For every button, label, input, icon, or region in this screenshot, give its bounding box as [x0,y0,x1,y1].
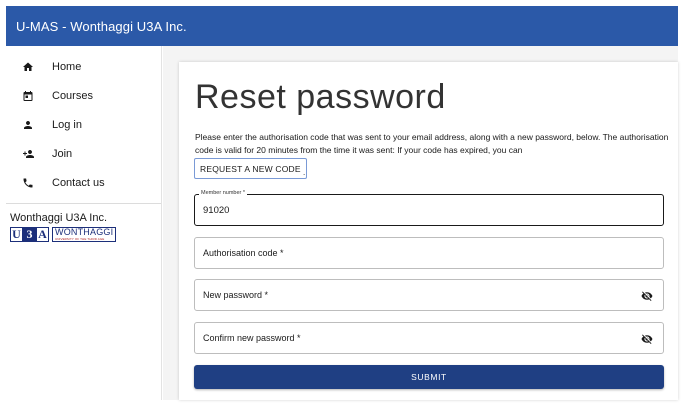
sidebar-item-home[interactable]: Home [6,52,161,81]
sidebar-item-courses[interactable]: Courses [6,81,161,110]
sidebar-item-label: Contact us [52,176,105,189]
instructions-period: . [303,168,306,177]
visibility-off-icon[interactable] [641,332,653,344]
calendar-icon [20,88,36,104]
sidebar-item-login[interactable]: Log in [6,110,161,139]
member-number-label: Member number * [199,190,248,196]
sidebar-item-label: Log in [52,118,82,131]
sidebar-nav: Home Courses Log in Join Contact us [6,46,161,197]
phone-icon [20,175,36,191]
app-title: U-MAS - Wonthaggi U3A Inc. [16,18,187,34]
confirm-password-placeholder: Confirm new password * [203,333,301,343]
logo-wordmark-text: WONTHAGGI [55,227,114,237]
submit-button[interactable]: SUBMIT [194,365,664,389]
add-person-icon [20,146,36,162]
new-password-field[interactable]: New password * [194,279,664,311]
logo-letter-u: U [10,227,23,242]
member-number-value: 91020 [203,204,230,216]
authorisation-code-field[interactable]: Authorisation code * [194,237,664,269]
u3a-logo: U 3 A WONTHAGGI UNIVERSITY OF THE THIRD … [10,227,161,242]
visibility-off-icon[interactable] [641,289,653,301]
instructions-text: Please enter the authorisation code that… [195,132,669,155]
page-title: Reset password [195,78,446,116]
logo-wordmark: WONTHAGGI UNIVERSITY OF THE THIRD AGE [52,227,117,242]
logo-letter-3: 3 [23,227,36,242]
home-icon [20,59,36,75]
sidebar-item-join[interactable]: Join [6,139,161,168]
sidebar-item-label: Home [52,60,82,73]
person-icon [20,117,36,133]
sidebar-item-label: Join [52,147,73,160]
sidebar-item-contact[interactable]: Contact us [6,168,161,197]
sidebar: Home Courses Log in Join Contact us Wont… [6,46,162,400]
sidebar-item-label: Courses [52,89,93,102]
app-bar: U-MAS - Wonthaggi U3A Inc. [6,6,678,46]
new-password-placeholder: New password * [203,290,269,300]
org-name: Wonthaggi U3A Inc. [10,212,108,224]
logo-tagline: UNIVERSITY OF THE THIRD AGE [55,237,105,241]
member-number-field[interactable]: 91020 [194,194,664,226]
authorisation-code-placeholder: Authorisation code * [203,248,284,258]
confirm-password-field[interactable]: Confirm new password * [194,322,664,354]
logo-letter-a: A [36,227,49,242]
request-new-code-button[interactable]: REQUEST A NEW CODE [194,158,307,179]
